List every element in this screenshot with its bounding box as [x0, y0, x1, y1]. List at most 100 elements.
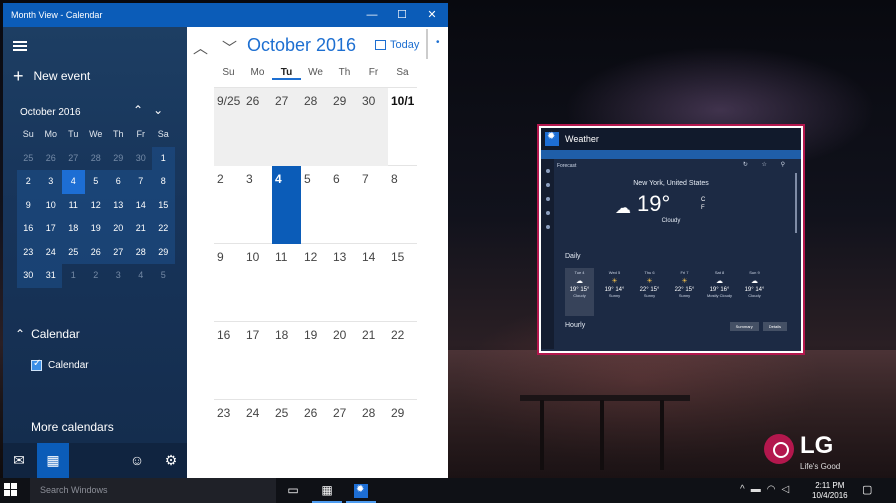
- mini-day-cell[interactable]: 27: [107, 240, 130, 264]
- mini-day-cell[interactable]: 5: [84, 170, 107, 194]
- calendar-section-toggle[interactable]: ⌃ Calendar: [15, 327, 80, 341]
- hamburger-menu-icon[interactable]: [13, 41, 27, 51]
- day-cell[interactable]: 10: [243, 244, 272, 322]
- mini-day-cell[interactable]: 30: [17, 264, 40, 288]
- maximize-button[interactable]: ☐: [387, 6, 417, 24]
- title-bar[interactable]: Month View - Calendar — ☐ ✕: [3, 3, 448, 27]
- day-cell[interactable]: 4: [272, 166, 301, 244]
- mini-day-cell[interactable]: 13: [107, 193, 130, 217]
- feedback-smiley-icon[interactable]: ☺: [121, 443, 153, 478]
- mini-day-cell[interactable]: 8: [152, 170, 175, 194]
- day-cell[interactable]: 3: [243, 166, 272, 244]
- notification-icon[interactable]: ▢: [862, 483, 872, 496]
- day-cell[interactable]: 9/25: [214, 88, 243, 166]
- mini-day-cell[interactable]: 26: [84, 240, 107, 264]
- day-cell[interactable]: 27: [330, 400, 359, 478]
- calendar-icon[interactable]: ▦: [37, 443, 69, 478]
- day-cell[interactable]: 9: [214, 244, 243, 322]
- volume-icon[interactable]: ◁: [781, 484, 789, 495]
- day-cell[interactable]: 6: [330, 166, 359, 244]
- day-cell[interactable]: 24: [243, 400, 272, 478]
- day-cell[interactable]: 29: [330, 88, 359, 166]
- month-title[interactable]: October 2016: [247, 35, 356, 56]
- mini-day-cell[interactable]: 20: [107, 217, 130, 241]
- day-cell[interactable]: 26: [301, 400, 330, 478]
- mini-day-cell[interactable]: 29: [152, 240, 175, 264]
- day-cell[interactable]: 8: [388, 166, 417, 244]
- weather-app-thumbnail[interactable]: Weather Forecast ↻ ☆ ⚲ New York, United …: [537, 124, 805, 355]
- forecast-day[interactable]: Fri 7 ☀ 22° 15° Sunny: [670, 268, 699, 316]
- mini-day-cell[interactable]: 18: [62, 217, 85, 241]
- mini-day-cell[interactable]: 11: [62, 193, 85, 217]
- mini-day-cell[interactable]: 6: [107, 170, 130, 194]
- day-cell[interactable]: 30: [359, 88, 388, 166]
- mini-day-cell[interactable]: 12: [84, 193, 107, 217]
- day-cell[interactable]: 19: [301, 322, 330, 400]
- forecast-day[interactable]: Thu 6 ☀ 22° 15° Sunny: [635, 268, 664, 316]
- day-cell[interactable]: 18: [272, 322, 301, 400]
- chevron-down-icon[interactable]: ﹀: [222, 37, 237, 58]
- day-cell[interactable]: 28: [301, 88, 330, 166]
- mini-day-cell[interactable]: 29: [107, 147, 130, 171]
- mail-icon[interactable]: ✉: [3, 443, 35, 478]
- mini-day-cell[interactable]: 5: [152, 264, 175, 288]
- mini-day-cell[interactable]: 10: [39, 193, 62, 217]
- close-button[interactable]: ✕: [417, 6, 447, 24]
- wifi-icon[interactable]: ◠: [767, 484, 776, 495]
- mini-day-cell[interactable]: 28: [85, 147, 108, 171]
- checkbox[interactable]: [31, 358, 42, 371]
- more-calendars-link[interactable]: More calendars: [31, 420, 114, 434]
- mini-day-cell[interactable]: 21: [129, 217, 152, 241]
- day-cell[interactable]: 21: [359, 322, 388, 400]
- chevron-up-icon[interactable]: ^: [740, 484, 745, 495]
- battery-icon[interactable]: ▬: [751, 484, 761, 495]
- mini-day-cell[interactable]: 14: [129, 193, 152, 217]
- mini-day-cell[interactable]: 25: [17, 147, 40, 171]
- mini-day-cell[interactable]: 2: [85, 264, 108, 288]
- day-cell[interactable]: 7: [359, 166, 388, 244]
- day-cell[interactable]: 16: [214, 322, 243, 400]
- chevron-down-icon[interactable]: ⌄: [153, 103, 163, 117]
- chevron-up-icon[interactable]: ︿: [193, 37, 208, 58]
- day-cell[interactable]: 25: [272, 400, 301, 478]
- mini-day-cell[interactable]: 7: [129, 170, 152, 194]
- mini-day-cell[interactable]: 19: [84, 217, 107, 241]
- mini-calendar-month[interactable]: October 2016: [20, 107, 81, 118]
- mini-day-cell[interactable]: 1: [152, 146, 175, 170]
- calendar-taskbar-icon[interactable]: ▦: [312, 478, 342, 503]
- day-cell[interactable]: 15: [388, 244, 417, 322]
- mini-day-cell[interactable]: 25: [62, 240, 85, 264]
- day-cell[interactable]: 20: [330, 322, 359, 400]
- mini-day-cell[interactable]: 31: [39, 264, 62, 288]
- new-event-button[interactable]: + New event: [13, 67, 90, 85]
- day-cell[interactable]: 2: [214, 166, 243, 244]
- day-cell[interactable]: 28: [359, 400, 388, 478]
- day-cell[interactable]: 11: [272, 244, 301, 322]
- mini-day-cell[interactable]: 30: [130, 147, 153, 171]
- forecast-day[interactable]: Sat 8 ☁ 19° 16° Mostly Cloudy: [705, 268, 734, 316]
- day-cell[interactable]: 27: [272, 88, 301, 166]
- day-cell[interactable]: 29: [388, 400, 417, 478]
- mini-day-cell[interactable]: 4: [62, 170, 85, 194]
- weather-taskbar-icon[interactable]: [346, 478, 376, 503]
- mini-day-cell[interactable]: 22: [152, 217, 175, 241]
- mini-day-cell[interactable]: 23: [17, 240, 40, 264]
- forecast-day[interactable]: Wed 5 ☀ 19° 14° Sunny: [600, 268, 629, 316]
- windows-start-icon[interactable]: [4, 483, 18, 497]
- forecast-day[interactable]: Tue 4 ☁ 19° 15° Cloudy: [565, 268, 594, 316]
- mini-day-cell[interactable]: 3: [39, 170, 62, 194]
- mini-day-cell[interactable]: 3: [107, 264, 130, 288]
- day-cell[interactable]: 5: [301, 166, 330, 244]
- day-cell[interactable]: 22: [388, 322, 417, 400]
- mini-day-cell[interactable]: 15: [152, 193, 175, 217]
- today-button[interactable]: Today: [375, 39, 419, 51]
- mini-day-cell[interactable]: 1: [62, 264, 85, 288]
- mini-day-cell[interactable]: 27: [62, 147, 85, 171]
- day-cell[interactable]: 10/1: [388, 88, 417, 166]
- more-options-icon[interactable]: •: [436, 37, 440, 48]
- chevron-up-icon[interactable]: ⌃: [133, 103, 143, 117]
- summary-button[interactable]: Summary: [729, 322, 759, 331]
- day-cell[interactable]: 14: [359, 244, 388, 322]
- mini-day-cell[interactable]: 24: [39, 240, 62, 264]
- clock[interactable]: 2:11 PM 10/4/2016: [812, 481, 848, 501]
